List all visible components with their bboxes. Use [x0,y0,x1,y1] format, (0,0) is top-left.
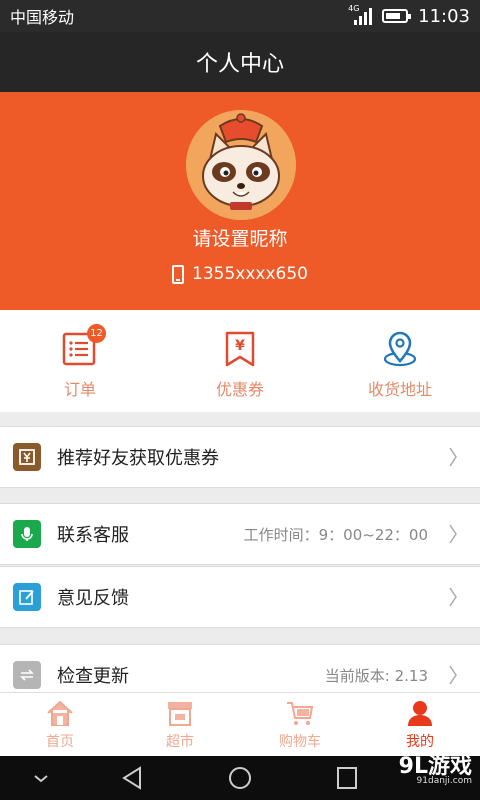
chevron-right-icon [449,524,457,544]
address-shortcut[interactable]: 收货地址 [320,310,480,412]
phone-number: 1355xxxx650 [192,264,308,284]
order-list-icon: 12 [60,324,106,368]
recents-icon[interactable] [332,764,362,792]
store-icon [168,702,192,726]
nickname[interactable]: 请设置昵称 [0,224,480,251]
contact-support-row[interactable]: 联系客服 工作时间：9：00~22：00 [0,503,480,565]
cart-icon [287,702,314,725]
orders-label: 订单 [63,380,96,399]
chevron-right-icon [449,665,457,685]
shortcut-bar: 12 订单 ¥ 优惠券 收货地址 [0,310,480,412]
phone-row: 1355xxxx650 [0,264,480,284]
current-version: 当前版本: 2.13 [324,666,428,685]
tab-cart[interactable]: 购物车 [240,693,360,756]
avatar[interactable] [186,110,296,220]
page-title: 个人中心 [195,52,284,77]
status-icons: 4G 11:03 [348,4,470,27]
tab-home[interactable]: 首页 [0,693,120,756]
check-update-label: 检查更新 [57,666,129,687]
edit-icon [13,583,41,611]
battery-icon [382,9,412,23]
coupons-label: 优惠券 [215,380,264,399]
carrier-label: 中国移动 [10,8,75,27]
feedback-row[interactable]: 意见反馈 [0,566,480,628]
bottom-tab-bar: 首页 超市 购物车 我的 [0,692,480,756]
clock: 11:03 [418,5,470,27]
watermark: 9L游戏 91danji.com [399,748,472,786]
title-bar: 个人中心 [0,32,480,92]
home-icon [47,700,73,726]
orders-shortcut[interactable]: 12 订单 [0,310,160,412]
coupons-shortcut[interactable]: ¥ 优惠券 [160,310,320,412]
refresh-icon [13,661,41,689]
tab-cart-label: 购物车 [279,734,321,750]
coupon-icon: ¥ [220,330,260,368]
order-count-badge: 12 [87,324,106,343]
status-bar: 中国移动 4G 11:03 [0,0,480,32]
watermark-url: 91danji.com [416,776,472,786]
tab-mine[interactable]: 我的 [360,693,480,756]
phone-icon [172,264,185,284]
chevron-right-icon [449,447,457,467]
contact-support-label: 联系客服 [57,525,129,546]
user-icon [408,701,432,726]
tab-store[interactable]: 超市 [120,693,240,756]
address-label: 收货地址 [367,380,432,399]
feedback-label: 意见反馈 [57,588,129,609]
tab-home-label: 首页 [46,734,74,750]
invite-friends-row[interactable]: 推荐好友获取优惠券 [0,426,480,488]
back-icon[interactable] [118,764,148,792]
signal-icon: 4G [348,4,373,25]
svg-text:¥: ¥ [235,338,245,354]
chevron-down-icon[interactable] [26,764,56,792]
location-pin-icon [380,330,420,368]
working-hours: 工作时间：9：00~22：00 [243,525,428,544]
profile-header: 请设置昵称 1355xxxx650 [0,92,480,310]
microphone-icon [13,520,41,548]
tab-store-label: 超市 [166,734,194,750]
home-circle-icon[interactable] [225,764,255,792]
chevron-right-icon [449,587,457,607]
invite-friends-label: 推荐好友获取优惠券 [57,448,219,469]
coupon-book-icon [13,443,41,471]
